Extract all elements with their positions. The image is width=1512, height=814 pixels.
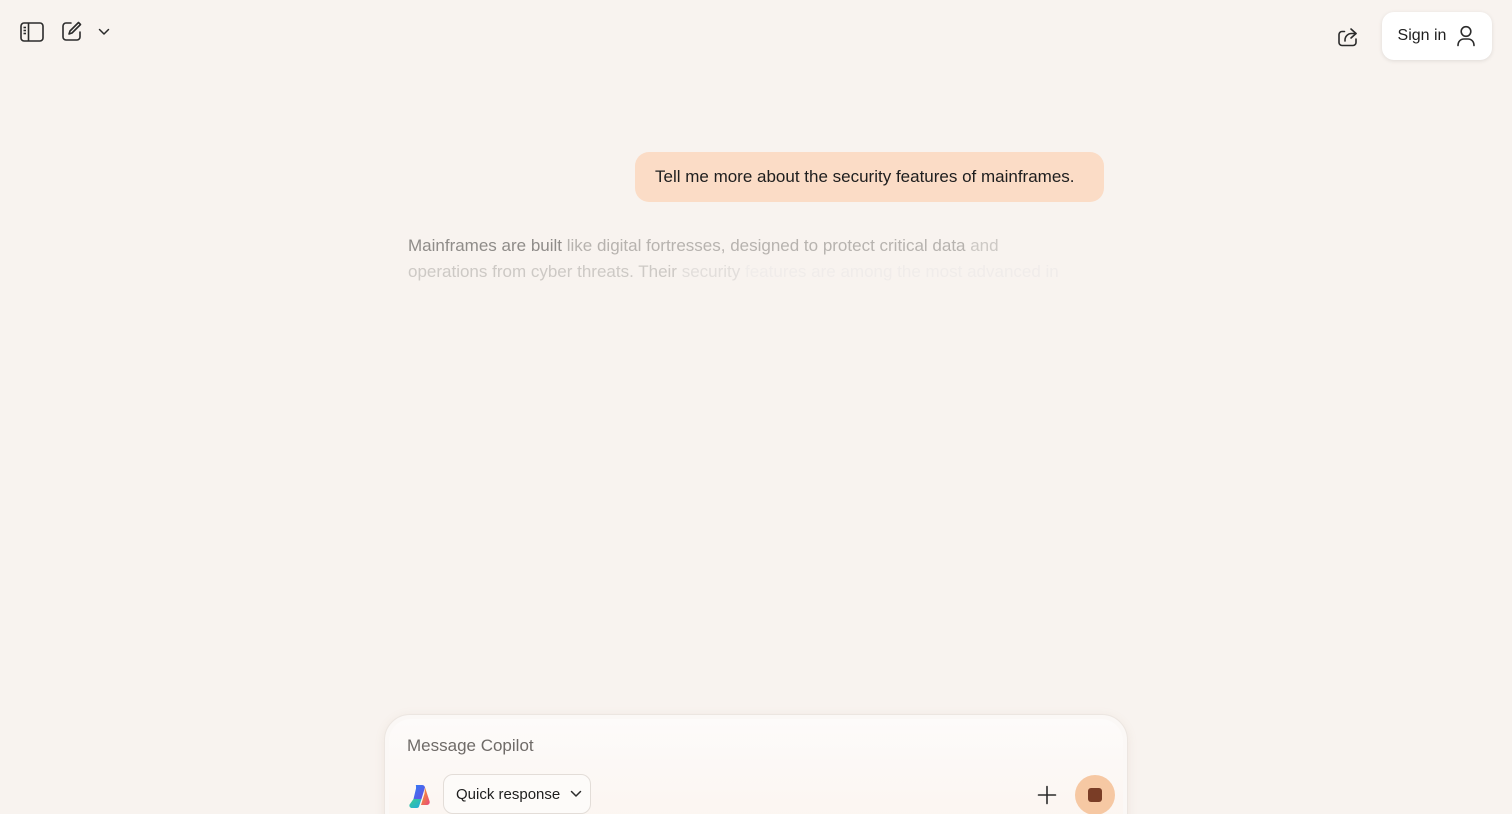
new-chat-menu-button[interactable] <box>94 22 114 42</box>
share-button[interactable] <box>1332 22 1364 52</box>
response-text-segment: operations from cyber threats. Their <box>408 262 677 281</box>
response-text-segment: and <box>965 236 999 255</box>
chevron-down-icon <box>570 790 582 797</box>
response-text-segment: the most advanced in <box>892 262 1059 281</box>
share-icon <box>1338 28 1357 47</box>
response-line-2: operations from cyber threats. Their sec… <box>408 259 1059 285</box>
response-mode-label: Quick response <box>456 785 561 803</box>
response-line-1: Mainframes are built like digital fortre… <box>408 233 1048 259</box>
response-text-segment: features are <box>740 262 836 281</box>
user-message-bubble: Tell me more about the security features… <box>635 152 1104 202</box>
sign-in-button[interactable]: Sign in <box>1382 12 1492 60</box>
compose-icon <box>62 21 82 41</box>
stop-icon <box>1088 788 1102 802</box>
user-message-text: Tell me more about the security features… <box>655 167 1075 186</box>
person-icon <box>1457 25 1476 47</box>
plus-icon <box>1037 785 1057 805</box>
response-text-segment: among <box>835 262 893 281</box>
sign-in-label: Sign in <box>1397 27 1447 44</box>
chevron-down-icon <box>98 28 110 35</box>
sidebar-icon <box>20 22 44 42</box>
response-text-segment: security <box>676 262 741 281</box>
composer-surface: Quick response <box>389 719 1123 814</box>
response-text-segment: Mainframes are built <box>408 236 563 255</box>
copilot-chat-page: Sign in Tell me more about the security … <box>0 0 1512 814</box>
response-text-segment: like digital fortresses, designed to pro… <box>562 236 966 255</box>
stop-generating-button[interactable] <box>1075 775 1115 814</box>
assistant-response: Mainframes are built like digital fortre… <box>408 233 1059 285</box>
sidebar-toggle-button[interactable] <box>16 18 48 46</box>
message-input[interactable] <box>407 733 1087 759</box>
message-composer: Quick response <box>384 714 1128 814</box>
response-mode-select[interactable]: Quick response <box>443 774 591 814</box>
copilot-logo-icon <box>409 785 430 808</box>
new-chat-button[interactable] <box>58 16 86 46</box>
add-attachment-button[interactable] <box>1033 781 1061 809</box>
